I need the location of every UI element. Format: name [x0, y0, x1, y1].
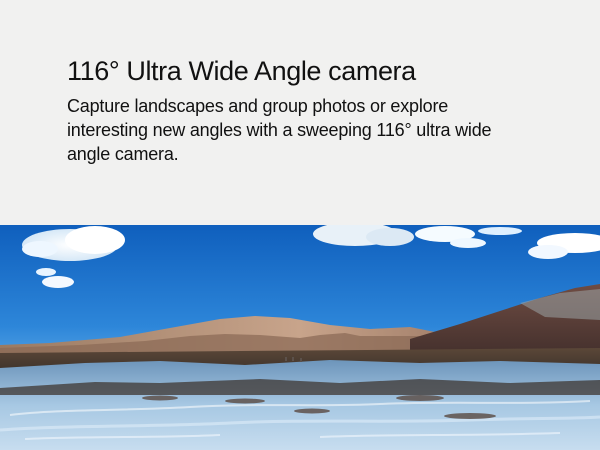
feature-description: Capture landscapes and group photos or e… [67, 96, 492, 164]
page: 116° Ultra Wide Angle camera Capture lan… [0, 0, 600, 450]
landscape-illustration [0, 225, 600, 450]
feature-headline: 116° Ultra Wide Angle camera [67, 56, 416, 86]
landscape-photo [0, 225, 600, 450]
feature-copy: 116° Ultra Wide Angle camera Capture lan… [67, 54, 587, 166]
